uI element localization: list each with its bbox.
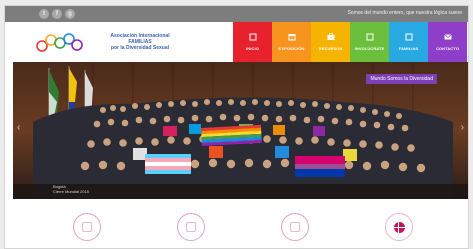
caption-line-2: Cierre Mundial 2015 [53, 189, 90, 194]
twitter-icon[interactable]: t [39, 9, 49, 19]
nav-familias[interactable]: FAMILIAS [389, 22, 428, 62]
nav-recursos[interactable]: RECURSOS [311, 22, 350, 62]
nav-label: INVOLÚCRATE [354, 46, 385, 51]
nav-exposicion[interactable]: EXPOSICIÓN [272, 22, 311, 62]
globe-icon [393, 221, 405, 233]
nav-label: FAMILIAS [398, 46, 419, 51]
nav-label: CONTACTO [435, 46, 460, 51]
home-icon [249, 33, 256, 41]
nav-label: RECURSOS [318, 46, 343, 51]
googleplus-icon[interactable]: g [65, 9, 75, 19]
hero-badge: Mundo Somos la Diversidad [366, 74, 437, 84]
hero-caption: Bogotá Cierre Mundial 2015 [53, 184, 89, 194]
family-icon [405, 33, 412, 41]
slider-next-arrow[interactable]: › [461, 122, 464, 133]
nav-contacto[interactable]: CONTACTO [428, 22, 467, 62]
brand-name[interactable]: Asociación Internacional FAMILIAS por la… [85, 33, 195, 51]
briefcase-icon [327, 33, 334, 40]
square-icon [290, 222, 300, 232]
header-tagline: Somos del mundo entero, que nuestra lógi… [347, 10, 462, 16]
main-nav: INICIO EXPOSICIÓN RECURSOS INVOLÚCRATE F… [233, 22, 467, 62]
square-icon [82, 222, 92, 232]
nav-involucrate[interactable]: INVOLÚCRATE [350, 22, 389, 62]
nav-label: INICIO [246, 46, 259, 51]
brand-line-3: por la Diversidad Sexual [110, 45, 170, 51]
feature-circle-3[interactable] [281, 213, 309, 241]
social-links: t f g [39, 9, 75, 19]
people-icon [366, 33, 373, 41]
site-logo[interactable] [35, 31, 83, 53]
feature-circle-4[interactable] [385, 213, 413, 241]
calendar-icon [288, 34, 295, 41]
hero-slider[interactable]: ‹ › Mundo Somos la Diversidad Bogotá Cie… [13, 62, 468, 199]
feature-circle-1[interactable] [73, 213, 101, 241]
top-bar: t f g Somos del mundo entero, que nuestr… [5, 6, 468, 22]
square-icon [186, 222, 196, 232]
browser-page: t f g Somos del mundo entero, que nuestr… [4, 5, 469, 249]
nav-inicio[interactable]: INICIO [233, 22, 272, 62]
nav-label: EXPOSICIÓN [278, 46, 305, 51]
slider-prev-arrow[interactable]: ‹ [17, 122, 20, 133]
envelope-icon [443, 34, 452, 40]
facebook-icon[interactable]: f [52, 9, 62, 19]
feature-circle-2[interactable] [177, 213, 205, 241]
feature-section [5, 203, 468, 248]
